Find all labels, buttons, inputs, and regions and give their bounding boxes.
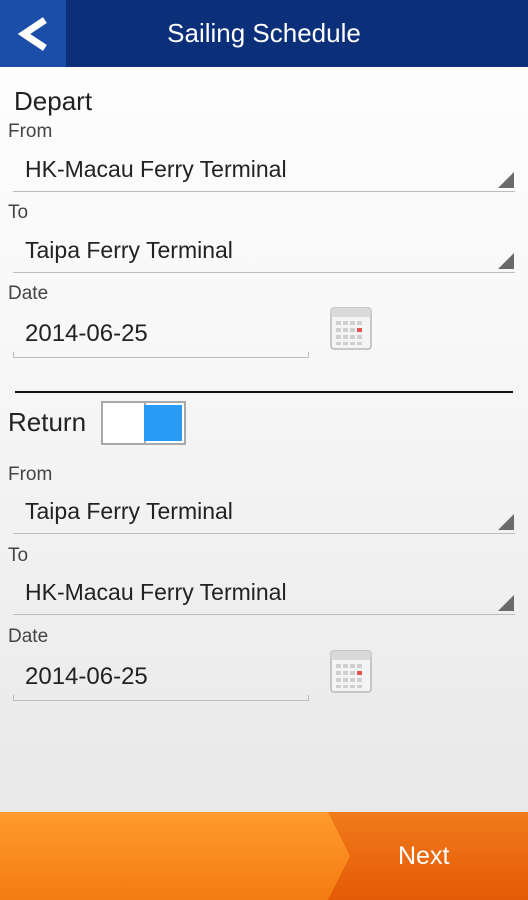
dropdown-caret-icon <box>498 595 514 611</box>
depart-date-field[interactable]: 2014-06-25 <box>13 316 309 358</box>
return-to-label: To <box>8 545 29 566</box>
return-from-select[interactable]: Taipa Ferry Terminal <box>13 494 515 534</box>
depart-calendar-button[interactable] <box>330 307 372 350</box>
return-calendar-button[interactable] <box>330 650 372 693</box>
return-from-value: Taipa Ferry Terminal <box>25 498 233 524</box>
return-date-field[interactable]: 2014-06-25 <box>13 659 309 701</box>
depart-from-select[interactable]: HK-Macau Ferry Terminal <box>13 152 515 192</box>
return-date-value: 2014-06-25 <box>25 663 148 690</box>
dropdown-caret-icon <box>498 514 514 530</box>
depart-date-label: Date <box>8 283 49 304</box>
page-title: Sailing Schedule <box>167 18 361 48</box>
next-button-label: Next <box>398 842 450 870</box>
section-divider <box>15 391 513 393</box>
back-button[interactable] <box>0 0 66 67</box>
toggle-knob <box>144 405 182 441</box>
dropdown-caret-icon <box>498 172 514 188</box>
depart-to-select[interactable]: Taipa Ferry Terminal <box>13 233 515 273</box>
footer-bar: Next <box>0 812 528 900</box>
calendar-icon <box>330 307 372 350</box>
depart-heading: Depart <box>14 86 93 116</box>
next-button[interactable]: Next <box>328 812 528 900</box>
return-toggle[interactable] <box>101 401 186 445</box>
return-to-value: HK-Macau Ferry Terminal <box>25 579 287 605</box>
return-from-label: From <box>8 464 53 485</box>
calendar-icon <box>330 650 372 693</box>
depart-date-value: 2014-06-25 <box>25 320 148 347</box>
depart-from-label: From <box>8 121 53 142</box>
depart-to-value: Taipa Ferry Terminal <box>25 237 233 263</box>
app-header: Sailing Schedule <box>0 0 528 67</box>
return-heading: Return <box>8 407 87 437</box>
depart-to-label: To <box>8 202 29 223</box>
back-arrow-icon <box>17 16 47 51</box>
return-to-select[interactable]: HK-Macau Ferry Terminal <box>13 575 515 615</box>
return-date-label: Date <box>8 626 49 647</box>
dropdown-caret-icon <box>498 253 514 269</box>
depart-from-value: HK-Macau Ferry Terminal <box>25 156 287 182</box>
